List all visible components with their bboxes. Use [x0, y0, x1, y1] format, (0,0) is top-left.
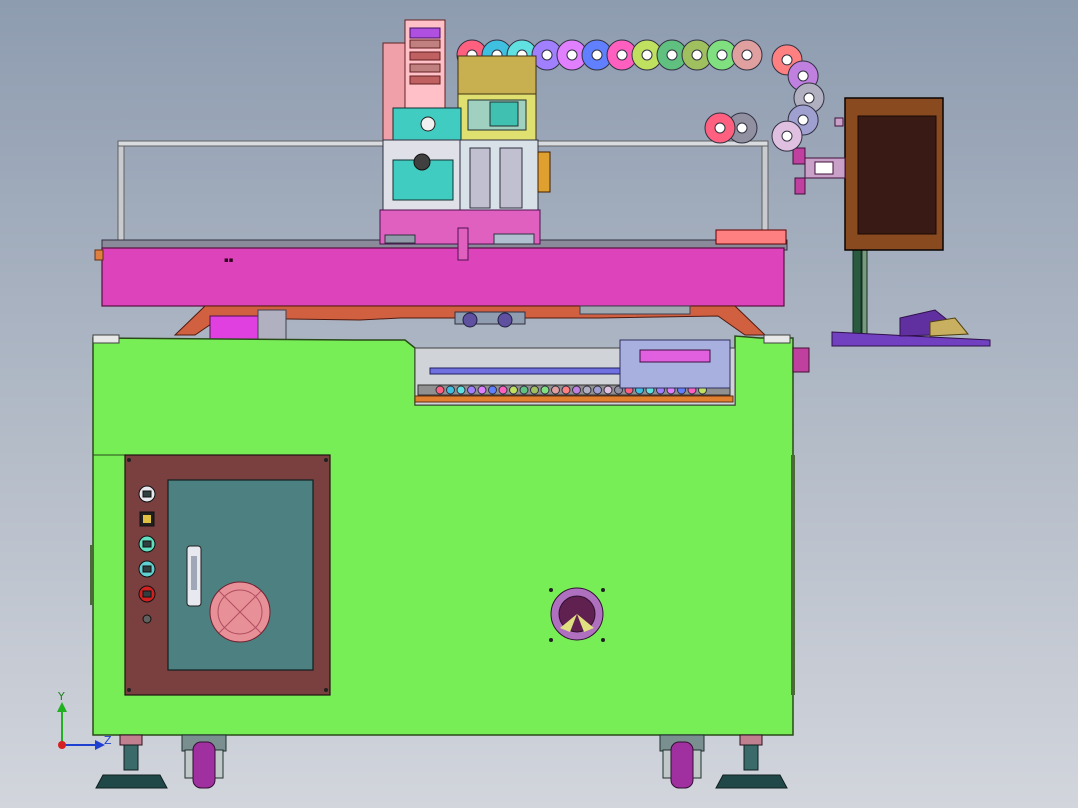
- lower-linear-axis: [414, 339, 736, 406]
- cad-viewport[interactable]: ▪▪ Y Z: [0, 0, 1078, 808]
- machine-assembly-drawing[interactable]: ▪▪ Y Z: [0, 0, 1078, 808]
- lower-chain-link: [561, 385, 571, 395]
- caster-right: [659, 734, 705, 789]
- lower-chain-link: [603, 385, 613, 395]
- lower-chain-link: [509, 385, 518, 395]
- x-axis-dot: [58, 741, 66, 749]
- drag-chain-link: [731, 39, 763, 71]
- lower-chain-link: [530, 385, 539, 395]
- cabinet-door: [124, 454, 331, 696]
- gantry-support: [173, 305, 767, 343]
- lower-chain-link: [467, 385, 476, 395]
- lower-chain-link: [519, 385, 529, 395]
- lower-chain-link: [446, 385, 455, 395]
- monitor-stand: [831, 249, 991, 347]
- lower-chain-link: [593, 385, 602, 395]
- key-switch-icon: [142, 614, 152, 624]
- lower-chain-link: [488, 385, 497, 395]
- lower-chain-link: [456, 385, 466, 395]
- y-axis-label: Y: [57, 690, 65, 703]
- emergency-stop-icon: [138, 585, 156, 603]
- work-head-carriage: [379, 19, 551, 261]
- lower-chain-link: [435, 385, 445, 395]
- start-button-icon: [138, 535, 156, 553]
- selector-switch-icon: [139, 511, 155, 527]
- lower-chain-link: [477, 385, 487, 395]
- z-axis-label: Z: [104, 734, 112, 747]
- lower-chain-link: [551, 385, 560, 395]
- lower-chain-link: [540, 385, 550, 395]
- lower-chain-link: [582, 385, 592, 395]
- drag-chain-link: [771, 120, 803, 152]
- stop-button-icon: [138, 560, 156, 578]
- monitor: [844, 97, 944, 251]
- drag-chain-link: [704, 112, 736, 144]
- power-indicator-icon: [138, 485, 156, 503]
- caster-left: [181, 734, 227, 789]
- lower-chain-link: [572, 385, 581, 395]
- leveling-foot-right: [715, 734, 788, 789]
- lower-chain-link: [498, 385, 508, 395]
- svg-text:▪▪: ▪▪: [224, 256, 234, 264]
